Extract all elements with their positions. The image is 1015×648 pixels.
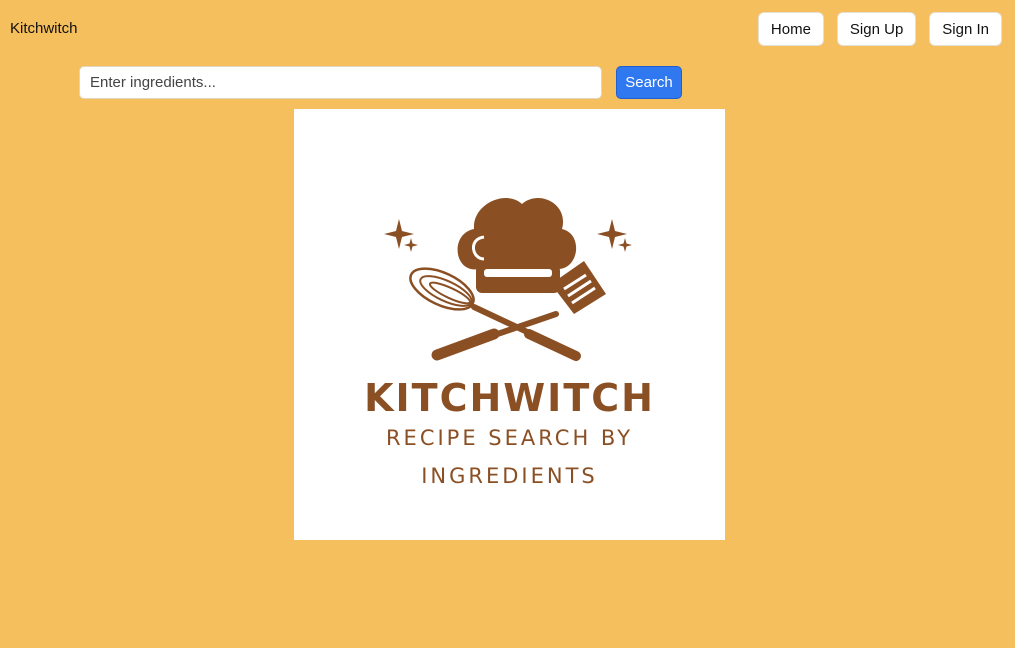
sign-up-button[interactable]: Sign Up xyxy=(836,12,917,46)
ingredients-search-input[interactable] xyxy=(79,66,602,99)
sparkle-icon xyxy=(404,238,418,252)
kitchwitch-logo: KITCHWITCH RECIPE SEARCH BY INGREDIENTS xyxy=(364,198,655,488)
logo-subtitle-line1: RECIPE SEARCH BY xyxy=(386,426,633,450)
sign-in-button[interactable]: Sign In xyxy=(929,12,1002,46)
search-button[interactable]: Search xyxy=(616,66,682,99)
chef-hat-icon xyxy=(457,198,577,293)
top-nav: Home Sign Up Sign In xyxy=(757,12,1002,46)
logo-title: KITCHWITCH xyxy=(364,376,655,420)
home-button[interactable]: Home xyxy=(757,12,824,46)
brand-name[interactable]: Kitchwitch xyxy=(10,20,78,37)
logo-image: KITCHWITCH RECIPE SEARCH BY INGREDIENTS xyxy=(294,109,725,540)
logo-subtitle-line2: INGREDIENTS xyxy=(421,464,598,488)
sparkle-icon xyxy=(618,238,632,252)
